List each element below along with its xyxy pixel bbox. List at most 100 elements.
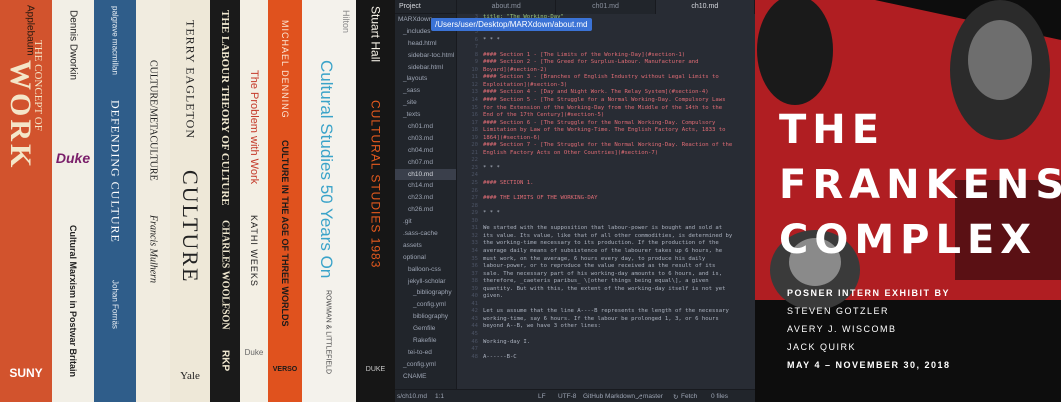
- code-line: Limitation by Law of the Working-Time. T…: [483, 127, 726, 134]
- status-branch[interactable]: master: [643, 393, 663, 400]
- line-number: 14: [471, 97, 478, 104]
- line-number: 31: [471, 225, 478, 232]
- tree-item[interactable]: bibliography: [395, 311, 456, 323]
- book-author: Hilton: [341, 10, 351, 34]
- tree-item[interactable]: ch23.md: [395, 192, 456, 204]
- status-eol[interactable]: LF: [538, 393, 546, 400]
- poster-exhibit-line: POSNER INTERN EXHIBIT BY: [787, 288, 951, 298]
- line-number: 12: [471, 81, 478, 88]
- tree-item[interactable]: ch03.md: [395, 133, 456, 145]
- line-number: 33: [471, 240, 478, 247]
- line-number: 23: [471, 164, 478, 171]
- tree-item[interactable]: _config.yml: [395, 299, 456, 311]
- tree-item[interactable]: _layouts: [395, 73, 456, 85]
- book-title: CULTURE: [178, 170, 203, 284]
- line-number: 11: [471, 74, 478, 81]
- code-line: End of the 17th Century](#section-5): [483, 112, 605, 119]
- book-author: CHARLES WOOLFSON: [219, 220, 231, 330]
- tree-item[interactable]: optional: [395, 252, 456, 264]
- line-number: 6: [474, 36, 478, 43]
- poster-dates: MAY 4 – NOVEMBER 30, 2018: [787, 360, 951, 370]
- tab-about[interactable]: about.md: [457, 0, 557, 14]
- code-line: labour-power, or to reproduce the value …: [483, 263, 716, 270]
- status-fetch[interactable]: Fetch: [681, 393, 697, 400]
- book-cultural-marxism: Dennis Dworkin Duke Cultural Marxism in …: [52, 0, 94, 402]
- code-line: 1864](#section-6): [483, 134, 541, 141]
- tree-item[interactable]: ch26.md: [395, 204, 456, 216]
- tree-item[interactable]: jekyll-scholar: [395, 276, 456, 288]
- book-publisher: Duke: [55, 150, 91, 166]
- book-defending-culture: palgrave macmillan DEFENDING CULTURE Joh…: [94, 0, 136, 402]
- tab-ch01[interactable]: ch01.md: [556, 0, 656, 14]
- line-number: 37: [471, 270, 478, 277]
- code-line: English Factory Acts on Other Countries]…: [483, 149, 659, 156]
- line-number: 21: [471, 149, 478, 156]
- tab-ch10[interactable]: ch10.md: [655, 0, 755, 14]
- line-number: 47: [471, 346, 478, 353]
- tree-item[interactable]: ch14.md: [395, 180, 456, 192]
- line-number: 46: [471, 338, 478, 345]
- tree-item[interactable]: ch07.md: [395, 157, 456, 169]
- code-line: #### Section 6 - [The Struggle for the N…: [483, 119, 716, 126]
- tree-item[interactable]: _config.yml: [395, 359, 456, 371]
- tree-item[interactable]: CNAME: [395, 371, 456, 383]
- tree-item[interactable]: sidebar.html: [395, 62, 456, 74]
- tree-item[interactable]: assets: [395, 240, 456, 252]
- tree-item[interactable]: .sass-cache: [395, 228, 456, 240]
- tree-item[interactable]: ch10.md: [395, 168, 456, 181]
- tree-item[interactable]: _sass: [395, 85, 456, 97]
- tree-item[interactable]: .git: [395, 216, 456, 228]
- code-line: Working-day I.: [483, 338, 531, 345]
- line-number: 24: [471, 172, 478, 179]
- code-line: #### Section 4 - [Day and Night Work. Th…: [483, 89, 709, 96]
- code-line: its value. Its value, like that of all o…: [483, 232, 733, 239]
- line-number: 39: [471, 285, 478, 292]
- book-publisher: Yale: [180, 370, 200, 382]
- tree-item[interactable]: _bibliography: [395, 287, 456, 299]
- code-lines[interactable]: title: "The Working-Day"author:* * *####…: [483, 14, 753, 361]
- book-author: Johan Fornäs: [110, 280, 120, 329]
- poster-title-line-2: FRANKENSTE: [779, 162, 1061, 208]
- line-number: 30: [471, 217, 478, 224]
- status-cursor[interactable]: 1:1: [435, 393, 444, 400]
- code-line: We started with the supposition that lab…: [483, 225, 723, 232]
- line-number: 18: [471, 127, 478, 134]
- book-title: DEFENDING CULTURE: [108, 100, 123, 243]
- line-number: 7: [474, 44, 478, 51]
- code-line: the working-time necessary to its produc…: [483, 240, 719, 247]
- tree-item[interactable]: head.html: [395, 38, 456, 50]
- line-number: 34: [471, 247, 478, 254]
- tree-item[interactable]: ch04.md: [395, 145, 456, 157]
- status-grammar[interactable]: GitHub Markdown: [583, 393, 635, 400]
- status-file[interactable]: s/ch10.md: [397, 393, 427, 400]
- tree-item[interactable]: balloon-css: [395, 264, 456, 276]
- book-title: Cultural Marxism in Postwar Britain: [68, 225, 78, 378]
- book-stuart-hall: Stuart Hall CULTURAL STUDIES 1983 DUKE: [356, 0, 395, 402]
- book-cultural-studies-50: Hilton Cultural Studies 50 Years On ROWM…: [302, 0, 356, 402]
- book-title: CULTURAL STUDIES 1983: [368, 100, 383, 269]
- code-line: therefore, _caeteris paribus_ \[other th…: [483, 278, 709, 285]
- code-line: sale. The necessary part of his working-…: [483, 270, 723, 277]
- tree-item[interactable]: Gemfile: [395, 323, 456, 335]
- status-encoding[interactable]: UTF-8: [558, 393, 576, 400]
- tree-item[interactable]: sidebar-toc.html: [395, 50, 456, 62]
- code-pane[interactable]: 3456789101112131415161718192021222324252…: [457, 14, 755, 389]
- tree-item[interactable]: ch01.md: [395, 121, 456, 133]
- poster-name-3: JACK QUIRK: [787, 342, 857, 352]
- line-number: 41: [471, 300, 478, 307]
- file-tree-panel: Project MARXdown _includes head.html sideba…: [395, 0, 457, 389]
- tree-item[interactable]: tei-to-ed: [395, 347, 456, 359]
- tree-item[interactable]: _site: [395, 97, 456, 109]
- tree-item[interactable]: _texts: [395, 109, 456, 121]
- line-number: 25: [471, 180, 478, 187]
- book-culture-metaculture: CULTURE/METACULTURE Francis Mulhern: [136, 0, 170, 402]
- code-line: for the Extension of the Working-Day fro…: [483, 104, 723, 111]
- code-line: average daily means of subsistence of th…: [483, 247, 723, 254]
- status-files[interactable]: 0 files: [711, 393, 728, 400]
- tree-item[interactable]: Rakefile: [395, 335, 456, 347]
